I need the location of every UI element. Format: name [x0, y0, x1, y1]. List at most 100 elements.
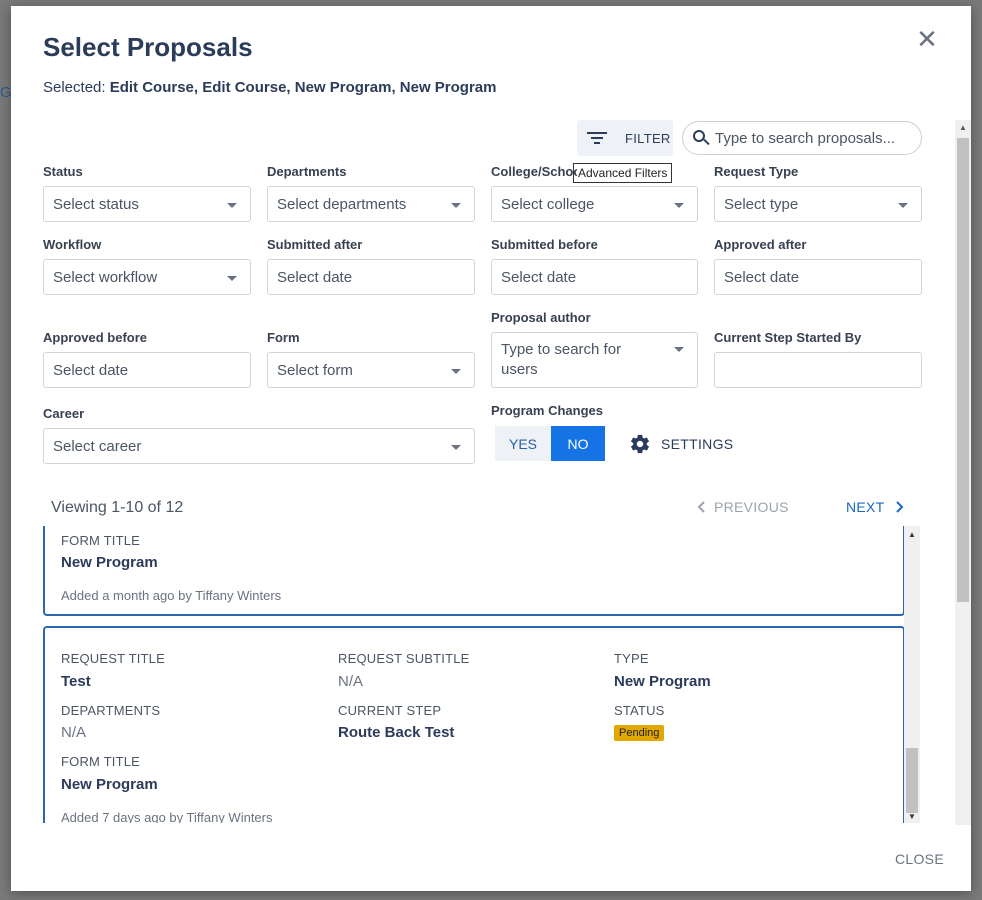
selected-items: Edit Course, Edit Course, New Program, N… — [109, 79, 497, 96]
proposal-author-value: Type to search for users — [501, 341, 622, 378]
workflow-select[interactable]: Select workflow — [43, 259, 251, 295]
departments-select-value: Select departments — [277, 195, 407, 213]
chevron-down-icon — [227, 276, 237, 281]
approved-after-value: Select date — [724, 268, 800, 286]
list-scrollbar-thumb[interactable] — [906, 748, 918, 813]
next-button[interactable]: NEXT — [846, 499, 904, 515]
advanced-filters-tooltip: Advanced Filters — [573, 163, 673, 183]
departments-label: Departments — [267, 164, 347, 179]
career-select[interactable]: Select career — [43, 428, 475, 464]
form-title-value: New Program — [61, 554, 158, 571]
form-title-label: FORM TITLE — [61, 533, 141, 548]
request-title-value: Test — [61, 673, 91, 690]
selected-prefix: Selected: — [43, 79, 106, 96]
next-label: NEXT — [846, 499, 885, 515]
submitted-after-label: Submitted after — [267, 237, 363, 252]
chevron-down-icon — [451, 203, 461, 208]
program-changes-toggle: YES NO — [495, 426, 605, 461]
submitted-after-date[interactable]: Select date — [267, 259, 475, 295]
request-subtitle-value: N/A — [338, 673, 364, 690]
program-changes-no[interactable]: NO — [551, 426, 605, 461]
departments-select[interactable]: Select departments — [267, 186, 475, 222]
workflow-label: Workflow — [43, 237, 102, 252]
current-step-label: CURRENT STEP — [338, 703, 442, 718]
request-type-select[interactable]: Select type — [714, 186, 922, 222]
college-select[interactable]: Select college — [491, 186, 698, 222]
background-partial-text: G — [0, 84, 12, 101]
chevron-right-icon — [895, 501, 903, 513]
form-select-value: Select form — [277, 361, 353, 379]
previous-button[interactable]: PREVIOUS — [697, 499, 789, 515]
request-type-select-value: Select type — [724, 195, 799, 213]
proposal-search[interactable] — [682, 121, 922, 155]
submitted-before-value: Select date — [501, 268, 577, 286]
approved-after-label: Approved after — [714, 237, 807, 252]
select-proposals-dialog: Select Proposals ✕ Selected: Edit Course… — [11, 6, 971, 891]
approved-before-value: Select date — [53, 361, 129, 379]
program-changes-yes[interactable]: YES — [495, 426, 551, 461]
status-badge: Pending — [614, 725, 665, 741]
list-scrollbar[interactable]: ▲ ▼ — [904, 526, 920, 823]
viewing-count: Viewing 1-10 of 12 — [51, 499, 184, 516]
approved-after-date[interactable]: Select date — [714, 259, 922, 295]
selected-summary: Selected: Edit Course, Edit Course, New … — [43, 79, 496, 96]
proposal-author-select[interactable]: Type to search for users — [491, 332, 698, 388]
chevron-down-icon — [674, 203, 684, 208]
request-subtitle-label: REQUEST SUBTITLE — [338, 651, 470, 666]
filter-button[interactable]: FILTER — [577, 120, 673, 156]
filter-icon — [587, 131, 607, 145]
college-label: College/School — [491, 164, 577, 179]
chevron-down-icon — [227, 203, 237, 208]
search-icon — [693, 130, 710, 146]
status-label: Status — [43, 164, 83, 179]
close-button[interactable]: CLOSE — [895, 851, 944, 867]
dialog-scrollbar[interactable]: ▲ — [955, 120, 971, 825]
proposal-list: FORM TITLE New Program Added a month ago… — [43, 526, 923, 823]
chevron-down-icon — [451, 445, 461, 450]
added-info: Added 7 days ago by Tiffany Winters — [61, 810, 273, 823]
status-select-value: Select status — [53, 195, 139, 213]
type-value: New Program — [614, 673, 711, 690]
current-step-started-by-input[interactable] — [714, 352, 922, 388]
departments-label: DEPARTMENTS — [61, 703, 161, 718]
filter-button-label: FILTER — [625, 130, 671, 146]
departments-value: N/A — [61, 724, 87, 741]
current-step-started-by-label: Current Step Started By — [714, 330, 862, 345]
chevron-left-icon — [697, 501, 705, 513]
form-label: Form — [267, 330, 300, 345]
settings-button[interactable]: SETTINGS — [629, 433, 733, 455]
submitted-before-label: Submitted before — [491, 237, 598, 252]
chevron-down-icon — [674, 347, 684, 352]
college-select-value: Select college — [501, 195, 595, 213]
career-label: Career — [43, 406, 85, 421]
added-info: Added a month ago by Tiffany Winters — [61, 588, 282, 603]
approved-before-date[interactable]: Select date — [43, 352, 251, 388]
proposal-card[interactable]: FORM TITLE New Program Added a month ago… — [43, 526, 905, 616]
form-title-value: New Program — [61, 776, 158, 793]
form-select[interactable]: Select form — [267, 352, 475, 388]
submitted-before-date[interactable]: Select date — [491, 259, 698, 295]
scroll-down-arrow-icon[interactable]: ▼ — [904, 812, 920, 821]
career-select-value: Select career — [53, 437, 142, 455]
request-type-label: Request Type — [714, 164, 799, 179]
chevron-down-icon — [451, 369, 461, 374]
dialog-title: Select Proposals — [43, 32, 253, 62]
close-icon[interactable]: ✕ — [915, 26, 939, 52]
proposal-card[interactable]: REQUEST TITLE Test REQUEST SUBTITLE N/A … — [43, 626, 905, 823]
form-title-label: FORM TITLE — [61, 754, 141, 769]
scroll-up-arrow-icon[interactable]: ▲ — [955, 120, 971, 136]
status-label: STATUS — [614, 703, 665, 718]
request-title-label: REQUEST TITLE — [61, 651, 165, 666]
type-label: TYPE — [614, 651, 649, 666]
previous-label: PREVIOUS — [714, 499, 789, 515]
settings-label: SETTINGS — [661, 436, 734, 452]
scroll-up-arrow-icon[interactable]: ▲ — [904, 530, 920, 539]
current-step-value: Route Back Test — [338, 724, 455, 741]
program-changes-label: Program Changes — [491, 403, 603, 418]
status-select[interactable]: Select status — [43, 186, 251, 222]
dialog-scrollbar-thumb[interactable] — [957, 138, 969, 602]
search-input[interactable] — [715, 129, 915, 147]
gear-icon — [631, 434, 649, 454]
chevron-down-icon — [898, 203, 908, 208]
workflow-select-value: Select workflow — [53, 268, 158, 286]
